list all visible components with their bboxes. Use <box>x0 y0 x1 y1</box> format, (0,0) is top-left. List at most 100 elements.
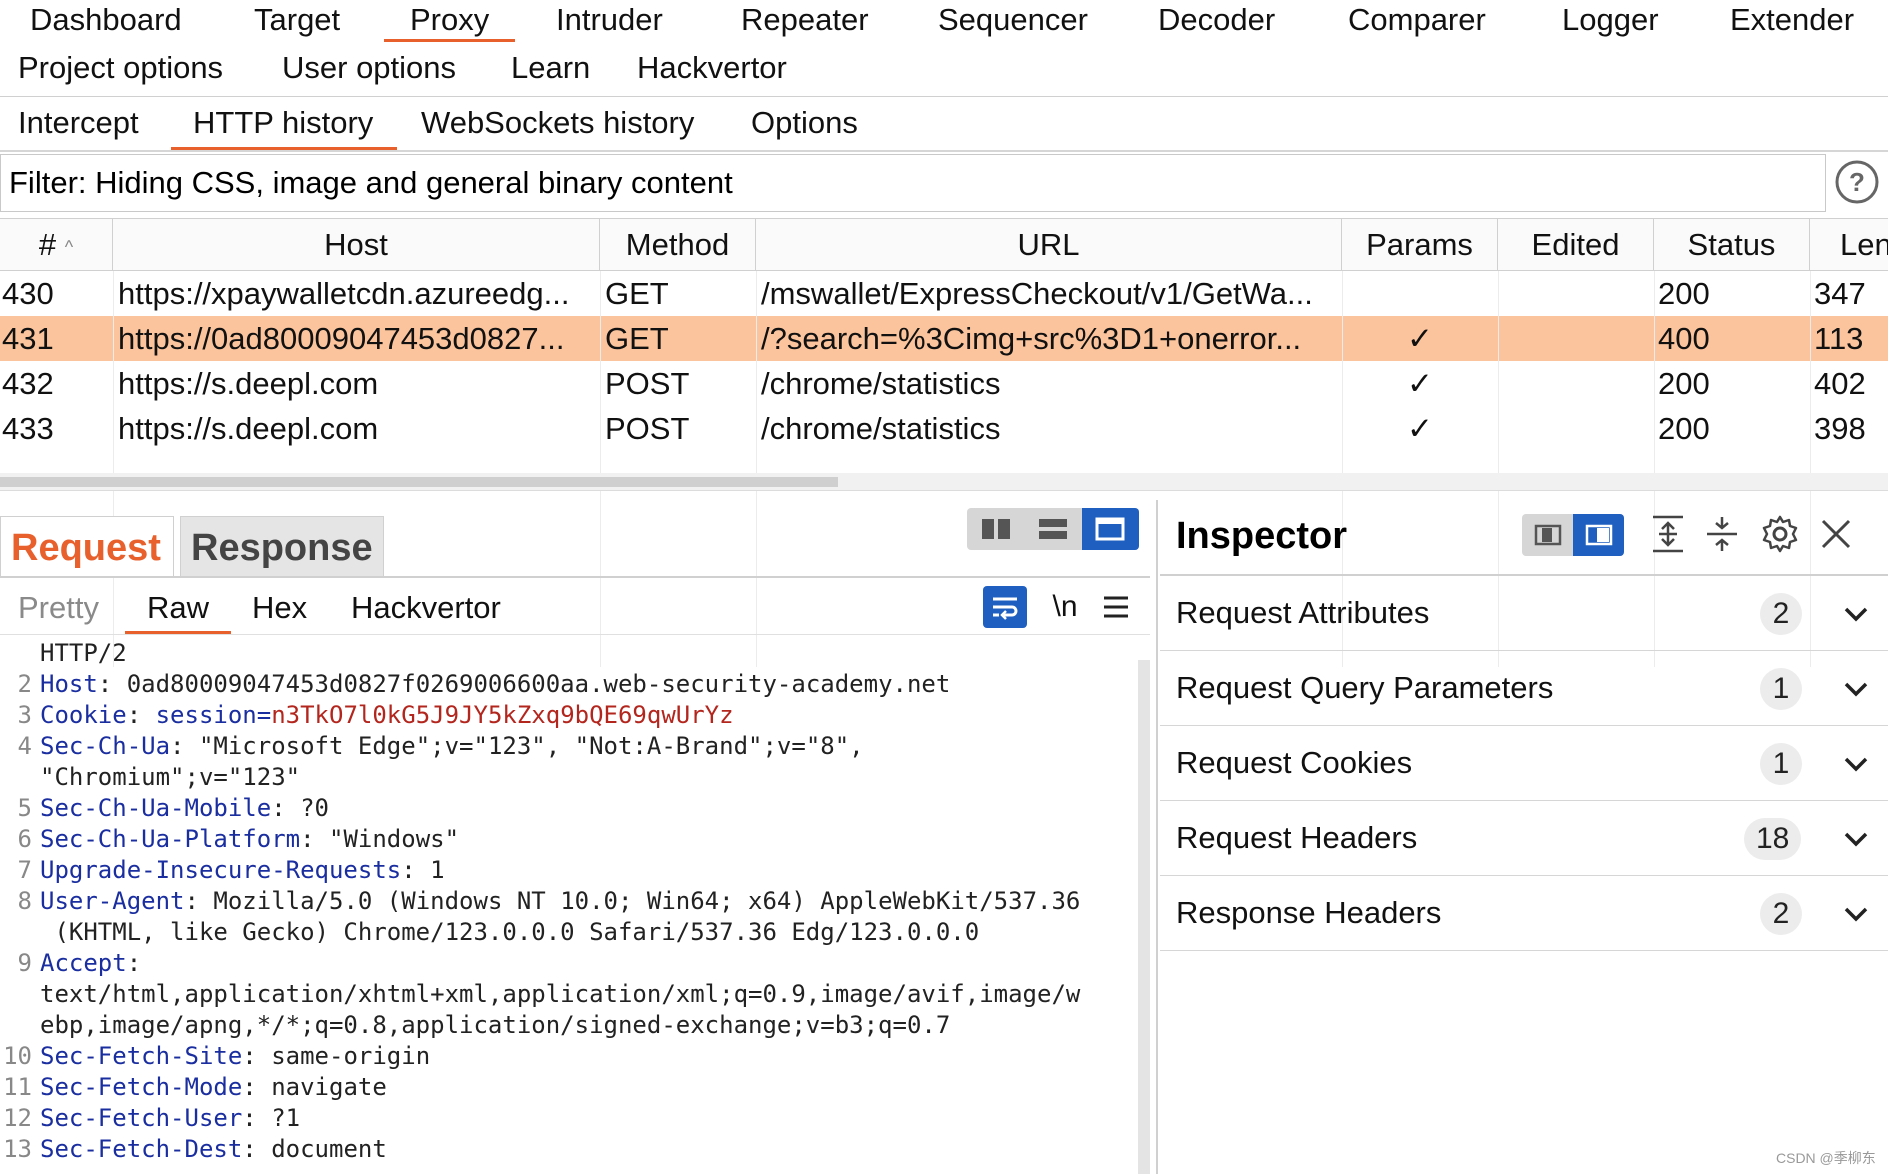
filter-bar[interactable]: Filter: Hiding CSS, image and general bi… <box>0 154 1826 212</box>
inspector-splitter[interactable] <box>1156 500 1158 1174</box>
cell-host: https://xpaywalletcdn.azureedg... <box>118 276 570 311</box>
editor-line: 13 Sec-Fetch-Dest: document <box>3 1135 387 1163</box>
table-row[interactable]: 433 https://s.deepl.com POST /chrome/sta… <box>0 406 1888 451</box>
count-badge: 18 <box>1744 818 1802 860</box>
count-badge: 2 <box>1760 593 1802 635</box>
column-header-url[interactable]: URL <box>756 219 1342 271</box>
inspector-panel: Inspector Request Attributes 2 Request Q <box>1160 500 1888 1174</box>
cell-number: 433 <box>2 411 54 446</box>
svg-text:?: ? <box>1849 167 1865 197</box>
inspector-section-request-query-parameters[interactable]: Request Query Parameters 1 <box>1160 651 1888 726</box>
cell-host: https://s.deepl.com <box>118 366 379 401</box>
tab-options[interactable]: Options <box>751 102 858 150</box>
rows-icon <box>1038 519 1067 539</box>
tab-websockets-history[interactable]: WebSockets history <box>421 102 694 150</box>
menu-decoder[interactable]: Decoder <box>1158 0 1275 50</box>
chevron-down-icon[interactable] <box>1840 673 1872 705</box>
tab-hex[interactable]: Hex <box>252 584 307 634</box>
collapse-all-icon[interactable] <box>1700 512 1744 556</box>
editor-line: 9 Accept: <box>17 949 142 977</box>
chevron-down-icon[interactable] <box>1840 823 1872 855</box>
column-header-number[interactable]: # ^ <box>0 219 113 271</box>
column-divider <box>600 271 601 667</box>
word-wrap-button[interactable] <box>983 586 1027 628</box>
cell-method: POST <box>605 411 690 446</box>
menu-learn[interactable]: Learn <box>511 48 590 98</box>
help-icon[interactable]: ? <box>1834 159 1880 205</box>
cell-status: 400 <box>1658 321 1710 356</box>
table-row-selected[interactable]: 431 https://0ad80009047453d0827... GET /… <box>0 316 1888 361</box>
subtabs-divider <box>0 150 1888 152</box>
split-vertical-layout-button[interactable] <box>1024 508 1081 550</box>
tab-http-history[interactable]: HTTP history <box>170 102 398 150</box>
table-row[interactable]: 430 https://xpaywalletcdn.azureedg... GE… <box>0 271 1888 316</box>
wrap-lines-icon <box>993 597 1018 620</box>
tab-hackvertor[interactable]: Hackvertor <box>351 584 501 634</box>
settings-gear-icon[interactable] <box>1758 512 1802 556</box>
tabs-layout-button[interactable] <box>1081 508 1139 550</box>
section-label: Request Attributes <box>1176 595 1430 630</box>
menu-intruder[interactable]: Intruder <box>556 0 663 50</box>
cell-url: /chrome/statistics <box>761 411 1001 446</box>
inspector-section-request-cookies[interactable]: Request Cookies 1 <box>1160 726 1888 801</box>
menu-hackvertor[interactable]: Hackvertor <box>637 48 787 98</box>
menu-dashboard[interactable]: Dashboard <box>30 0 182 50</box>
count-badge: 1 <box>1760 743 1802 785</box>
tab-pretty[interactable]: Pretty <box>18 584 99 634</box>
menu-extender[interactable]: Extender <box>1730 0 1854 50</box>
show-newlines-button[interactable]: \n <box>1044 584 1086 630</box>
menu-comparer[interactable]: Comparer <box>1348 0 1486 50</box>
menu-project-options[interactable]: Project options <box>18 48 223 98</box>
menu-logger[interactable]: Logger <box>1562 0 1659 50</box>
raw-request-editor[interactable]: HTTP/2 2 Host: 0ad80009047453d0827f026900… <box>0 638 1138 1174</box>
inspector-collapsed-layout-button[interactable] <box>1522 514 1573 556</box>
cell-url: /chrome/statistics <box>761 366 1001 401</box>
menu-repeater[interactable]: Repeater <box>741 0 869 50</box>
tab-request[interactable]: Request <box>0 516 174 576</box>
cell-length: 113 <box>1814 321 1864 356</box>
editor-line: 5 Sec-Ch-Ua-Mobile: ?0 <box>17 794 329 822</box>
column-header-method[interactable]: Method <box>600 219 756 271</box>
inspector-section-request-headers[interactable]: Request Headers 18 <box>1160 801 1888 876</box>
column-header-status[interactable]: Status <box>1654 219 1810 271</box>
inspector-section-response-headers[interactable]: Response Headers 2 <box>1160 876 1888 951</box>
table-row[interactable]: 432 https://s.deepl.com POST /chrome/sta… <box>0 361 1888 406</box>
chevron-down-icon[interactable] <box>1840 598 1872 630</box>
expand-all-icon[interactable] <box>1646 512 1690 556</box>
split-horizontal-layout-button[interactable] <box>967 508 1024 550</box>
cell-status: 200 <box>1658 366 1710 401</box>
table-scrollbar-thumb[interactable] <box>0 477 838 487</box>
close-icon[interactable] <box>1814 512 1858 556</box>
column-header-host[interactable]: Host <box>113 219 600 271</box>
editor-menu-icon[interactable] <box>1096 584 1136 630</box>
inspector-expanded-layout-button[interactable] <box>1573 514 1624 556</box>
editor-line: 7 Upgrade-Insecure-Requests: 1 <box>17 856 445 884</box>
menu-sequencer[interactable]: Sequencer <box>938 0 1088 50</box>
cell-params: ✓ <box>1407 411 1433 446</box>
column-divider <box>113 271 114 667</box>
editor-line: 8 User-Agent: Mozilla/5.0 (Windows NT 10.… <box>17 887 1081 915</box>
table-header: # ^ Host Method URL Params Edited Status… <box>0 218 1888 271</box>
cell-status: 200 <box>1658 411 1710 446</box>
editor-line: "Chromium";v="123" <box>40 763 301 791</box>
chevron-down-icon[interactable] <box>1840 898 1872 930</box>
message-tabs-divider <box>0 576 1150 578</box>
menu-user-options[interactable]: User options <box>282 48 456 98</box>
menu-target[interactable]: Target <box>254 0 340 50</box>
column-divider <box>756 271 757 667</box>
inspector-title: Inspector <box>1176 515 1348 557</box>
column-header-length[interactable]: Len <box>1810 219 1888 271</box>
chevron-down-icon[interactable] <box>1840 748 1872 780</box>
menu-proxy[interactable]: Proxy <box>383 0 516 50</box>
column-header-params[interactable]: Params <box>1342 219 1498 271</box>
tab-intercept[interactable]: Intercept <box>18 102 139 150</box>
section-label: Response Headers <box>1176 895 1442 930</box>
inspector-section-request-attributes[interactable]: Request Attributes 2 <box>1160 576 1888 651</box>
editor-line: text/html,application/xhtml+xml,applicat… <box>40 980 1081 1008</box>
column-header-edited[interactable]: Edited <box>1498 219 1654 271</box>
cell-number: 431 <box>2 321 54 356</box>
tab-raw[interactable]: Raw <box>124 584 232 634</box>
editor-line: HTTP/2 <box>40 639 127 667</box>
tab-response[interactable]: Response <box>180 516 384 576</box>
editor-vertical-scrollbar[interactable] <box>1138 660 1150 1174</box>
